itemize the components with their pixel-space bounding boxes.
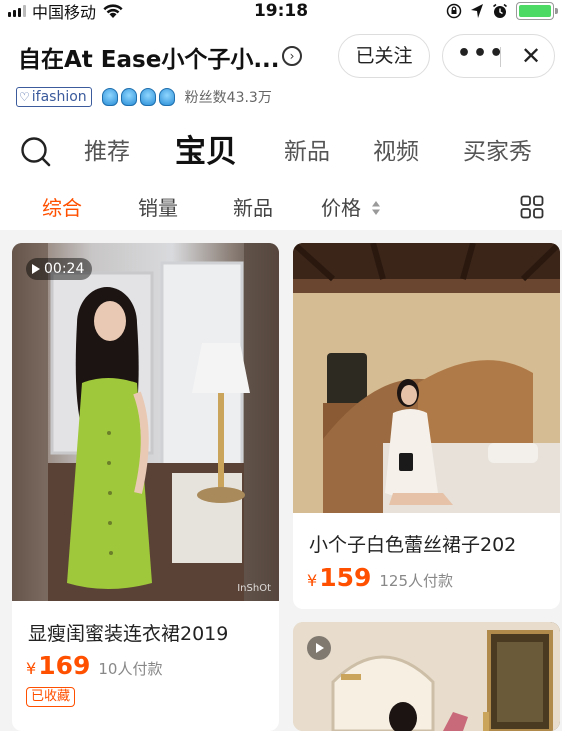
tab-new[interactable]: 新品 [284, 132, 330, 166]
product-card[interactable]: 00:24 InShOt 显瘦闺蜜装连衣裙2019 ¥ 169 10人付款 已收… [12, 243, 279, 731]
location-icon [471, 4, 483, 18]
video-duration-badge: 00:24 [26, 258, 93, 280]
main-tabs: 推荐 宝贝 新品 视频 买家秀 [0, 126, 562, 176]
battery-icon [516, 2, 558, 20]
close-button[interactable]: ✕ [511, 35, 551, 77]
follow-button[interactable]: 已关注 [338, 34, 430, 78]
sort-tabs: 综合 销量 新品 价格 [0, 192, 562, 224]
sort-price-label: 价格 [321, 196, 361, 220]
shop-badges: ♡ ifashion 粉丝数43.3万 [16, 86, 272, 108]
play-icon [32, 264, 40, 274]
rotation-lock-icon [446, 3, 462, 19]
ifashion-label: ifashion [31, 89, 87, 105]
tab-buyer-show[interactable]: 买家秀 [463, 132, 532, 166]
product-title[interactable]: 小个子白色蕾丝裙子202 [309, 530, 554, 557]
capsule-divider [500, 47, 501, 67]
product-title[interactable]: 显瘦闺蜜装连衣裙2019 [28, 619, 273, 646]
play-icon [307, 636, 331, 660]
chevron-right-icon[interactable]: › [282, 46, 302, 66]
miniprogram-capsule: ••• ✕ [442, 34, 555, 78]
collected-tag: 已收藏 [26, 687, 76, 707]
crown-icon [120, 88, 137, 106]
tab-products[interactable]: 宝贝 [175, 126, 237, 171]
tab-recommend[interactable]: 推荐 [84, 132, 130, 166]
shop-page: 中国移动 19:18 自在At Ease小个子小... › 已关注 ••• ✕ … [0, 0, 562, 731]
sort-arrows-icon [372, 200, 381, 215]
fans-count: 粉丝数43.3万 [184, 90, 272, 106]
currency-symbol: ¥ [26, 659, 37, 678]
shop-rank-crowns [101, 88, 175, 106]
crown-icon [139, 88, 156, 106]
alarm-icon [493, 3, 507, 18]
product-image[interactable] [293, 622, 560, 731]
tab-video[interactable]: 视频 [373, 132, 419, 166]
product-image[interactable]: 00:24 InShOt [12, 243, 279, 601]
product-photo-room [293, 622, 560, 731]
grid-view-icon[interactable] [520, 195, 544, 219]
shop-name[interactable]: 自在At Ease小个子小... [18, 40, 280, 74]
product-card[interactable]: 小个子白色蕾丝裙子202 ¥ 159 125人付款 [293, 243, 560, 609]
sort-new[interactable]: 新品 [233, 192, 273, 221]
sort-sales[interactable]: 销量 [138, 192, 178, 221]
video-duration: 00:24 [44, 261, 85, 277]
more-button[interactable]: ••• [457, 35, 503, 77]
price-row: ¥ 159 125人付款 [307, 563, 453, 592]
crown-icon [101, 88, 118, 106]
shop-header: 自在At Ease小个子小... › 已关注 ••• ✕ ♡ ifashion … [0, 22, 562, 230]
watermark: InShOt [237, 583, 271, 594]
sort-comprehensive[interactable]: 综合 [42, 192, 82, 221]
sort-price[interactable]: 价格 [321, 192, 381, 221]
sold-count: 10人付款 [98, 660, 163, 678]
status-bar: 中国移动 19:18 [0, 0, 562, 22]
product-card[interactable] [293, 622, 560, 731]
search-icon[interactable] [20, 136, 52, 168]
price-row: ¥ 169 10人付款 [26, 651, 162, 680]
crown-icon [158, 88, 175, 106]
sold-count: 125人付款 [379, 572, 454, 590]
product-price: 169 [38, 651, 91, 680]
product-price: 159 [319, 563, 372, 592]
product-photo-dress-white [293, 243, 560, 513]
currency-symbol: ¥ [307, 571, 318, 590]
ifashion-badge: ♡ ifashion [16, 87, 92, 107]
heart-icon: ♡ [19, 90, 30, 104]
product-photo-dress-green [12, 243, 279, 601]
status-right [446, 0, 558, 22]
product-image[interactable] [293, 243, 560, 513]
